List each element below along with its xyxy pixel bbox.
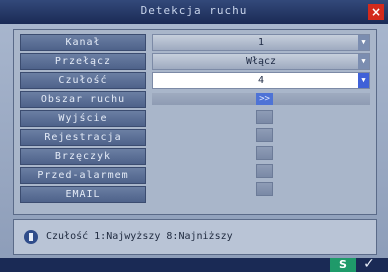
pre-alarm-row — [152, 163, 370, 179]
motion-area-row: >> — [152, 91, 370, 107]
label-channel: Kanał — [20, 34, 146, 51]
recording-config-button[interactable] — [256, 128, 273, 142]
sensitivity-select[interactable]: 4 ▼ — [152, 72, 370, 89]
labels-column: Kanał Przełącz Czułość Obszar ruchu Wyjś… — [20, 34, 146, 205]
info-icon — [24, 230, 38, 244]
save-button[interactable]: S — [330, 258, 356, 272]
chevron-down-icon[interactable]: ▼ — [358, 73, 369, 88]
label-sensitivity: Czułość — [20, 72, 146, 89]
email-row — [152, 181, 370, 197]
hint-bar: Czułość 1:Najwyższy 8:Najniższy — [13, 219, 377, 255]
buzzer-row — [152, 145, 370, 161]
controls-column: 1 ▼ Włącz ▼ 4 ▼ >> — [152, 34, 370, 199]
label-motion-area: Obszar ruchu — [20, 91, 146, 108]
chevron-down-icon[interactable]: ▼ — [358, 54, 369, 69]
label-switch: Przełącz — [20, 53, 146, 70]
title-bar: Detekcja ruchu × — [0, 0, 388, 24]
buzzer-config-button[interactable] — [256, 146, 273, 160]
label-email: EMAIL — [20, 186, 146, 203]
channel-value: 1 — [257, 37, 265, 48]
channel-select[interactable]: 1 ▼ — [152, 34, 370, 51]
hint-text: Czułość 1:Najwyższy 8:Najniższy — [46, 231, 233, 242]
output-row — [152, 109, 370, 125]
output-config-button[interactable] — [256, 110, 273, 124]
label-output: Wyjście — [20, 110, 146, 127]
settings-panel: Kanał Przełącz Czułość Obszar ruchu Wyjś… — [13, 29, 377, 215]
window-title: Detekcja ruchu — [140, 4, 248, 17]
check-icon[interactable]: ✓ — [360, 256, 378, 272]
sensitivity-value: 4 — [257, 75, 265, 86]
label-buzzer: Brzęczyk — [20, 148, 146, 165]
pre-alarm-config-button[interactable] — [256, 164, 273, 178]
switch-value: Włącz — [245, 56, 277, 67]
label-pre-alarm: Przed-alarmem — [20, 167, 146, 184]
email-config-button[interactable] — [256, 182, 273, 196]
chevron-down-icon[interactable]: ▼ — [358, 35, 369, 50]
motion-area-button[interactable]: >> — [256, 93, 273, 105]
close-icon[interactable]: × — [368, 4, 384, 20]
recording-row — [152, 127, 370, 143]
label-recording: Rejestracja — [20, 129, 146, 146]
motion-detection-window: Detekcja ruchu × Kanał Przełącz Czułość … — [0, 0, 388, 272]
switch-select[interactable]: Włącz ▼ — [152, 53, 370, 70]
